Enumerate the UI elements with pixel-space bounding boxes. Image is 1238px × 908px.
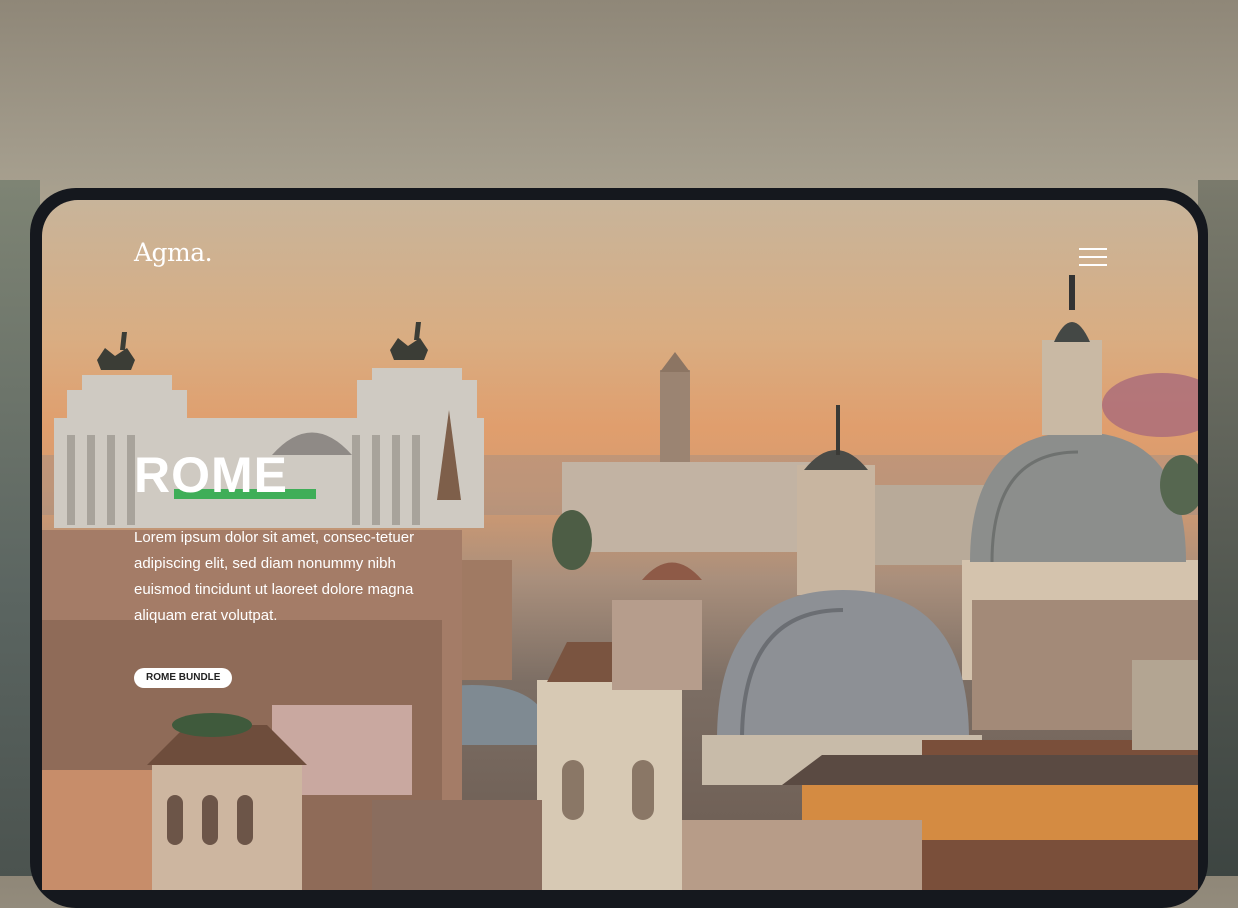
rome-bundle-button[interactable]: ROME BUNDLE <box>134 668 233 688</box>
hamburger-menu-icon[interactable] <box>1076 246 1110 268</box>
brand-logo[interactable]: Agma. <box>134 238 213 267</box>
hero-description: Lorem ipsum dolor sit amet, consec-tetue… <box>134 529 415 624</box>
screen: Agma. ROME Lorem ipsum dolor sit amet, c… <box>42 200 1198 890</box>
hero-title: ROME <box>134 447 288 503</box>
